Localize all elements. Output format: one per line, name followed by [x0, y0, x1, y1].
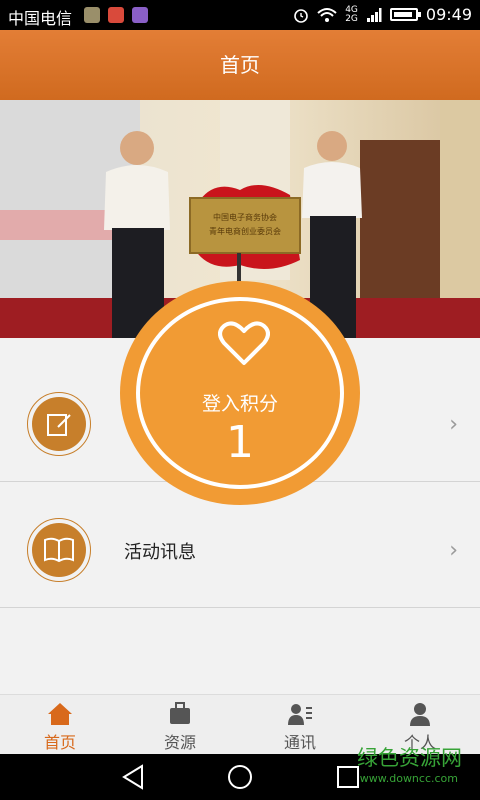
points-badge-ring: 登入积分 1: [136, 297, 344, 489]
status-bar: 中国电信 4G 2G 09:49: [0, 0, 480, 30]
heart-icon: [218, 321, 270, 365]
tab-label: 首页: [43, 733, 76, 752]
network-type: 4G 2G: [345, 5, 358, 24]
clock: 09:49: [425, 5, 472, 24]
book-icon: [44, 537, 74, 563]
home-icon: [48, 703, 72, 725]
title-bar: 首页: [0, 30, 480, 100]
carrier-name: 中国电信: [8, 9, 73, 28]
points-value: 1: [226, 417, 254, 468]
list-item-label: 活动讯息: [124, 542, 196, 563]
watermark-text: 绿色资源网: [357, 746, 462, 770]
page-title: 首页: [220, 53, 260, 77]
battery-icon: [389, 8, 421, 21]
tab-contacts[interactable]: 通讯: [240, 695, 360, 755]
image-notification-icon: [132, 7, 148, 23]
tab-label: 通讯: [283, 733, 316, 752]
contacts-icon: [288, 704, 312, 725]
edit-icon-circle: [27, 392, 91, 456]
alarm-icon: [294, 8, 308, 23]
plaque-line-1: 中国电子商务协会: [213, 212, 277, 222]
points-badge[interactable]: 登入积分 1: [120, 281, 360, 505]
chevron-right-icon: ›: [449, 538, 458, 563]
missed-call-notification-icon: [108, 7, 124, 23]
tab-home[interactable]: 首页: [0, 695, 120, 755]
home-circle-icon[interactable]: [226, 763, 254, 791]
person-icon: [410, 703, 430, 726]
wifi-icon: [317, 7, 337, 22]
network-2g-label: 2G: [345, 13, 358, 24]
points-label: 登入积分: [201, 393, 278, 415]
edit-icon: [47, 414, 71, 436]
book-icon-circle: [27, 518, 91, 582]
briefcase-icon: [170, 702, 190, 724]
chevron-right-icon: ›: [449, 412, 458, 437]
signal-icon: [366, 7, 382, 22]
tab-resources[interactable]: 资源: [120, 695, 240, 755]
tab-label: 资源: [163, 733, 196, 752]
watermark-url: www.downcc.com: [359, 772, 458, 785]
message-notification-icon: [84, 7, 100, 23]
plaque-line-2: 青年电商创业委员会: [209, 226, 281, 236]
back-icon[interactable]: [120, 763, 146, 791]
